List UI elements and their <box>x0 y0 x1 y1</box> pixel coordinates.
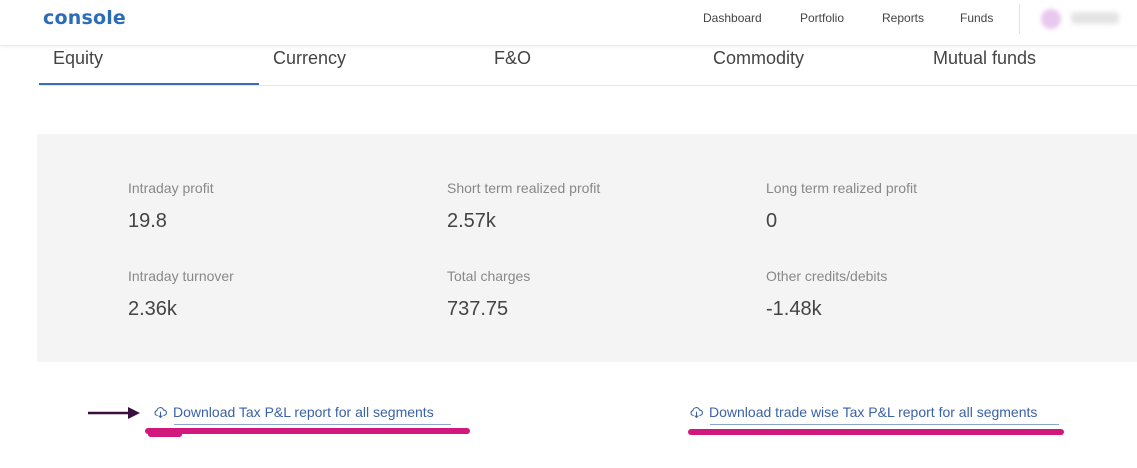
tab-equity[interactable]: Equity <box>53 48 103 69</box>
cloud-download-icon <box>154 406 167 418</box>
tab-currency[interactable]: Currency <box>273 48 346 69</box>
active-tab-indicator <box>39 83 259 85</box>
pnl-summary-panel: Intraday profit 19.8 Short term realized… <box>37 134 1137 362</box>
stat-label-short-term-profit: Short term realized profit <box>447 180 601 196</box>
nav-reports[interactable]: Reports <box>882 11 924 25</box>
segment-tabs: Equity Currency F&O Commodity Mutual fun… <box>39 46 1137 86</box>
nav-dashboard[interactable]: Dashboard <box>703 11 762 25</box>
link-underline <box>710 424 1059 425</box>
stat-label-intraday-turnover: Intraday turnover <box>128 268 234 284</box>
download-tax-pnl-link[interactable]: Download Tax P&L report for all segments <box>154 404 434 420</box>
highlight-annotation <box>145 428 470 434</box>
highlight-annotation <box>148 432 182 437</box>
download-tradewise-tax-pnl-link[interactable]: Download trade wise Tax P&L report for a… <box>690 404 1037 420</box>
stat-value-short-term-profit: 2.57k <box>447 210 496 232</box>
stat-label-long-term-profit: Long term realized profit <box>766 180 917 196</box>
top-navbar: console Dashboard Portfolio Reports Fund… <box>0 0 1137 46</box>
stat-value-intraday-turnover: 2.36k <box>128 298 177 320</box>
stat-label-other-credits-debits: Other credits/debits <box>766 268 888 284</box>
download-tax-pnl-label: Download Tax P&L report for all segments <box>173 404 434 420</box>
app-logo[interactable]: console <box>43 7 126 29</box>
user-name-redacted[interactable] <box>1071 12 1119 24</box>
stat-label-total-charges: Total charges <box>447 268 531 284</box>
highlight-annotation <box>688 429 1064 435</box>
tab-mutual-funds[interactable]: Mutual funds <box>933 48 1036 69</box>
nav-portfolio[interactable]: Portfolio <box>800 11 844 25</box>
nav-divider <box>1019 4 1020 34</box>
nav-funds[interactable]: Funds <box>960 11 993 25</box>
avatar[interactable] <box>1041 9 1061 29</box>
tab-commodity[interactable]: Commodity <box>713 48 804 69</box>
tab-fno[interactable]: F&O <box>494 48 531 69</box>
arrow-right-icon <box>88 407 140 419</box>
cloud-download-icon <box>690 406 703 418</box>
download-tradewise-tax-pnl-label: Download trade wise Tax P&L report for a… <box>709 404 1038 420</box>
link-underline <box>174 424 451 425</box>
stat-value-long-term-profit: 0 <box>766 210 778 232</box>
stat-value-intraday-profit: 19.8 <box>128 210 167 232</box>
stat-value-total-charges: 737.75 <box>447 298 509 320</box>
stat-value-other-credits-debits: -1.48k <box>766 298 822 320</box>
stat-label-intraday-profit: Intraday profit <box>128 180 214 196</box>
